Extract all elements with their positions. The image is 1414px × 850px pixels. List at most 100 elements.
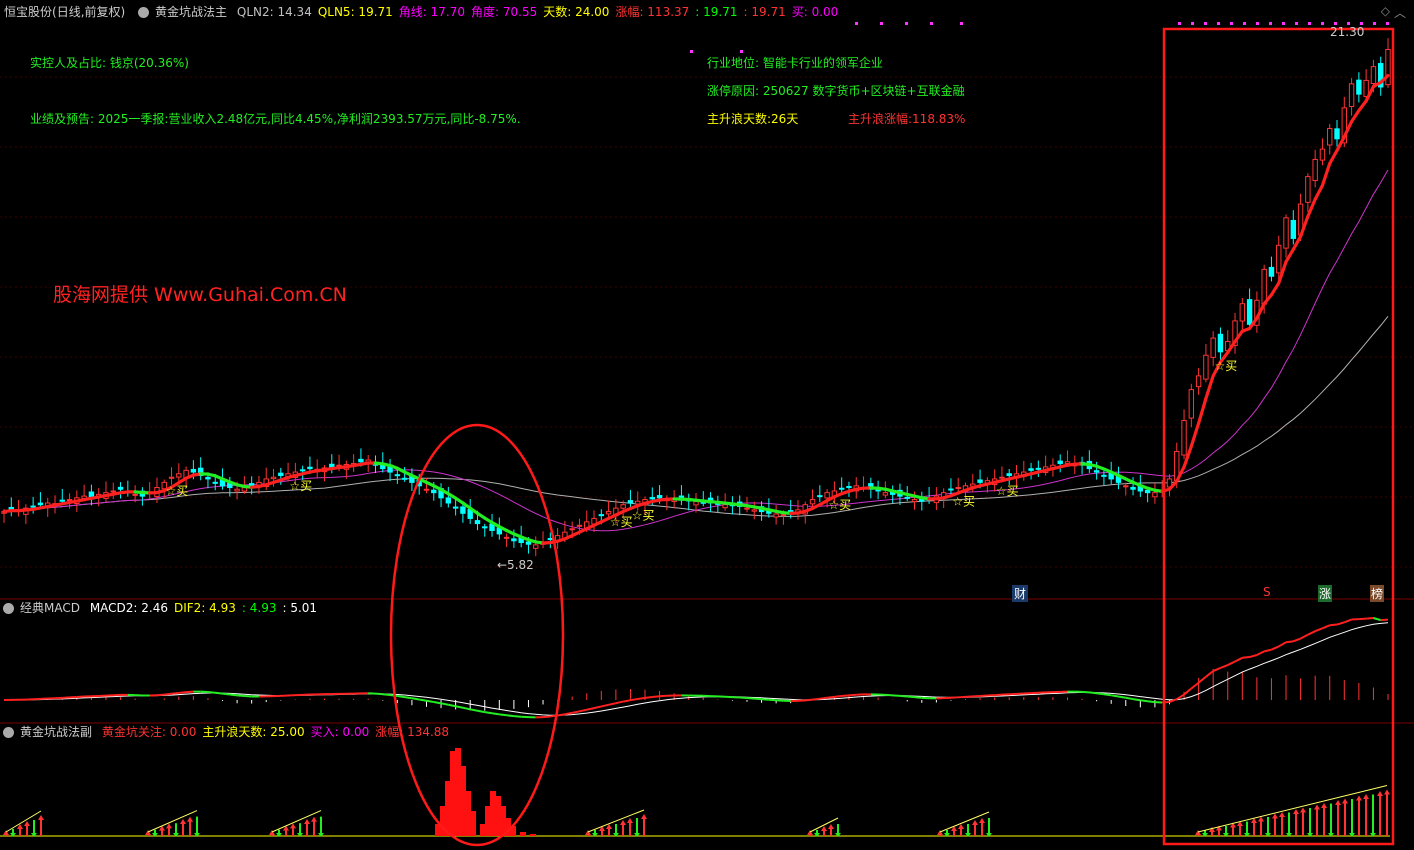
candle-body xyxy=(205,476,211,480)
candle-body xyxy=(511,538,517,542)
candle-body xyxy=(882,492,889,496)
dif-segment xyxy=(1096,692,1105,696)
buy-marker: ☆买 xyxy=(166,484,189,498)
candle-body xyxy=(132,493,138,496)
candle-body xyxy=(1093,470,1100,473)
dif-segment xyxy=(805,698,813,702)
candle-body xyxy=(1239,303,1246,322)
dif-segment xyxy=(484,711,493,715)
macd-values: MACD2: 2.46 DIF2: 4.93: 4.93: 5.01 xyxy=(90,601,323,615)
gear-icon[interactable] xyxy=(3,727,14,738)
dif-segment xyxy=(455,705,464,709)
signal-dot xyxy=(1243,22,1246,25)
sub-arrowhead xyxy=(1279,812,1285,817)
candle-body xyxy=(1276,244,1282,274)
ma5-segment xyxy=(1349,109,1361,124)
buy-marker: ☆买 xyxy=(952,495,975,509)
candle-body xyxy=(190,468,197,473)
dif-segment xyxy=(1307,630,1316,636)
dif-segment xyxy=(1343,618,1352,624)
dif-segment xyxy=(841,694,850,698)
dif-segment xyxy=(469,708,478,712)
dif-segment xyxy=(1336,621,1345,626)
diamond-icon[interactable]: ◇ xyxy=(1381,4,1390,18)
limit-up-tag[interactable]: 涨 xyxy=(1318,585,1333,602)
candle-body xyxy=(1385,48,1391,86)
main-item-1: QLN5: 19.71 xyxy=(317,5,393,19)
candle-body xyxy=(1283,217,1289,249)
dif-segment xyxy=(1314,627,1323,633)
sub-item-0: 黄金坑关注: 0.00 xyxy=(101,725,197,739)
dif-segment xyxy=(579,708,587,713)
macd-header: 经典MACD MACD2: 2.46 DIF2: 4.93: 4.93: 5.01 xyxy=(0,598,329,618)
dif-segment xyxy=(899,694,908,698)
dif-segment xyxy=(477,709,485,714)
candle-body xyxy=(503,536,510,539)
controller-annotation: 实控人及占比: 钱京(20.36%) xyxy=(30,56,189,70)
candle-body xyxy=(59,499,65,502)
dea-line xyxy=(4,622,1389,716)
high-price-label: 21.30 xyxy=(1330,25,1365,39)
chevron-up-icon[interactable]: ︿ xyxy=(1394,4,1406,21)
sub-item-1: 主升浪天数: 25.00 xyxy=(202,725,305,739)
candle-body xyxy=(394,474,401,477)
candle-body xyxy=(1305,176,1311,203)
dif-segment xyxy=(215,691,223,695)
sub-indicator-name[interactable]: 黄金坑战法副 xyxy=(20,725,92,739)
dif-segment xyxy=(1373,617,1381,622)
dif-segment xyxy=(229,693,238,697)
dif-segment xyxy=(1366,617,1374,620)
main-item-4: 天数: 24.00 xyxy=(543,5,610,19)
dif-segment xyxy=(542,715,551,719)
dif-segment xyxy=(448,703,456,708)
ma5-segment xyxy=(1313,183,1325,201)
candle-body xyxy=(569,528,575,531)
candle-body xyxy=(460,506,466,514)
sub-arrowhead xyxy=(24,821,30,826)
dif-segment xyxy=(601,703,609,708)
sub-arrowhead xyxy=(1363,794,1369,799)
gear-icon[interactable] xyxy=(138,7,150,18)
sub-arrowhead xyxy=(821,826,827,831)
dif-segment xyxy=(1197,676,1207,684)
dif-segment xyxy=(797,699,806,702)
dif-segment xyxy=(1132,698,1141,702)
dif-segment xyxy=(1089,691,1097,695)
candle-body xyxy=(1028,468,1034,471)
dif-segment xyxy=(557,713,566,717)
ma5-segment xyxy=(1269,281,1281,297)
signal-dot xyxy=(1295,22,1298,25)
candle-body xyxy=(598,514,605,517)
dif-segment xyxy=(652,695,660,698)
sub-item-3: 涨幅: 134.88 xyxy=(375,725,450,739)
ma5-segment xyxy=(1284,247,1295,264)
indicator-name[interactable]: 黄金坑战法主 xyxy=(155,5,227,19)
candle-body xyxy=(1217,333,1224,353)
candle-body xyxy=(955,487,961,490)
period-label: (日线,前复权) xyxy=(52,5,126,19)
dif-segment xyxy=(1358,617,1367,621)
macd-name[interactable]: 经典MACD xyxy=(20,601,80,615)
dif-segment xyxy=(1081,690,1090,694)
dif-segment xyxy=(892,694,901,697)
candle-body xyxy=(1370,66,1377,84)
sub-arrowhead xyxy=(1356,795,1362,801)
candle-body xyxy=(1290,219,1297,239)
dif-segment xyxy=(375,692,383,696)
candle-body xyxy=(751,509,757,512)
candle-body xyxy=(838,487,845,490)
gear-icon[interactable] xyxy=(3,603,14,614)
candle-body xyxy=(904,496,910,499)
finance-tag[interactable]: 财 xyxy=(1012,585,1029,602)
signal-dot xyxy=(855,22,858,25)
candle-body xyxy=(1195,375,1202,388)
dif-segment xyxy=(419,698,427,702)
ranking-tag[interactable]: 榜 xyxy=(1370,585,1385,602)
macd-item-2: : 4.93 xyxy=(241,601,277,615)
main-item-2: 角线: 17.70 xyxy=(398,5,465,19)
s-tag[interactable]: S xyxy=(1263,585,1271,599)
signal-dot xyxy=(1217,22,1220,25)
stock-name[interactable]: 恒宝股份 xyxy=(4,5,52,19)
candle-body xyxy=(358,458,364,463)
dif-segment xyxy=(397,695,405,699)
